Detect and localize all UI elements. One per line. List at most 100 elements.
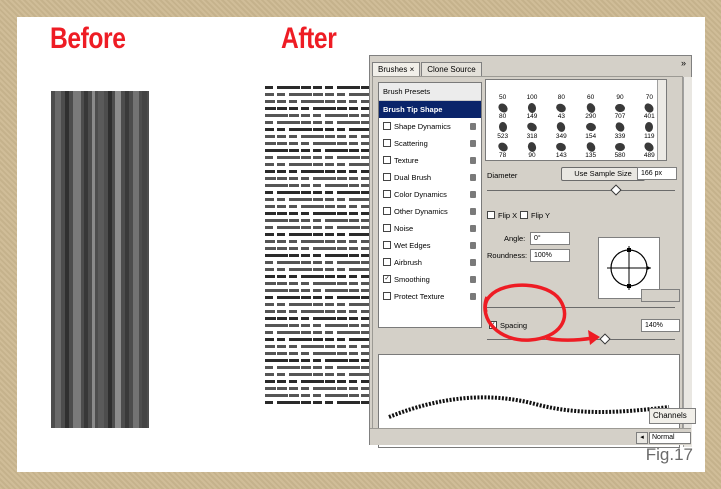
brush-preset-thumb[interactable]: 523 — [488, 120, 517, 140]
angle-field[interactable]: 0° — [530, 232, 570, 245]
hardness-slider[interactable] — [487, 307, 675, 308]
flip-x-box[interactable] — [487, 211, 495, 220]
presets-scrollbar[interactable] — [657, 80, 666, 160]
list-item-shape-dynamics[interactable]: Shape Dynamics — [379, 118, 481, 135]
hardness-field[interactable] — [641, 289, 680, 302]
lock-icon[interactable] — [470, 140, 476, 147]
option-checkbox[interactable] — [383, 241, 391, 250]
option-checkbox[interactable] — [383, 224, 391, 233]
tab-brushes[interactable]: Brushes × — [372, 62, 421, 76]
brush-preset-thumb[interactable]: 154 — [576, 120, 605, 140]
brush-preset-thumb[interactable]: 80 — [547, 81, 576, 101]
spacing-check-box[interactable]: ✓ — [489, 321, 497, 330]
list-item-dual-brush[interactable]: Dual Brush — [379, 169, 481, 186]
list-item-protect-texture[interactable]: Protect Texture — [379, 288, 481, 305]
brush-preset-thumb[interactable]: 90 — [517, 140, 546, 159]
diameter-slider-thumb[interactable] — [610, 184, 622, 196]
brush-preset-thumb[interactable]: 149 — [517, 101, 546, 120]
option-checkbox[interactable] — [383, 207, 391, 216]
brush-preset-thumb[interactable]: 50 — [488, 81, 517, 101]
preset-size-label: 523 — [497, 132, 509, 140]
spacing-field[interactable]: 140% — [641, 319, 680, 332]
lock-icon[interactable] — [470, 225, 476, 232]
spacing-label: Spacing — [500, 321, 528, 330]
lock-icon[interactable] — [470, 123, 476, 130]
brush-preset-thumb[interactable]: 580 — [605, 140, 634, 159]
brush-dab — [361, 212, 369, 215]
roundness-field[interactable]: 100% — [530, 249, 570, 262]
brush-preset-thumb[interactable]: 290 — [576, 101, 605, 120]
brush-dab — [277, 191, 289, 194]
lock-icon[interactable] — [470, 208, 476, 215]
scroll-arrow-icon[interactable]: ◂ — [636, 432, 648, 444]
option-checkbox[interactable] — [383, 292, 391, 301]
brush-dab — [277, 135, 286, 138]
tab-channels[interactable]: Channels — [649, 408, 696, 424]
flip-y-checkbox[interactable]: Flip Y — [520, 211, 550, 220]
brush-preset-thumb[interactable]: 100 — [517, 81, 546, 101]
option-checkbox[interactable] — [383, 122, 391, 131]
lock-icon[interactable] — [470, 157, 476, 164]
diameter-field[interactable]: 166 px — [637, 167, 677, 180]
list-item-color-dynamics[interactable]: Color Dynamics — [379, 186, 481, 203]
brush-preset-thumb[interactable]: 143 — [547, 140, 576, 159]
option-checkbox[interactable] — [383, 156, 391, 165]
brush-preset-thumb[interactable]: 80 — [488, 101, 517, 120]
lock-icon[interactable] — [470, 276, 476, 283]
list-item-other-dynamics[interactable]: Other Dynamics — [379, 203, 481, 220]
brush-preset-thumb[interactable]: 78 — [488, 140, 517, 159]
lock-icon[interactable] — [470, 191, 476, 198]
brush-dab — [277, 121, 289, 124]
lock-icon[interactable] — [470, 174, 476, 181]
brush-dab — [313, 177, 325, 180]
diameter-slider[interactable] — [487, 190, 675, 191]
brush-preset-thumb[interactable]: 339 — [605, 120, 634, 140]
lock-icon[interactable] — [470, 242, 476, 249]
lock-icon[interactable] — [470, 293, 476, 300]
lock-icon[interactable] — [470, 259, 476, 266]
option-label: Scattering — [394, 139, 428, 148]
flip-y-box[interactable] — [520, 211, 528, 220]
brush-dab — [337, 317, 347, 320]
brush-dab — [349, 303, 361, 306]
panel-collapse-icon[interactable]: » — [681, 58, 686, 68]
spacing-checkbox[interactable]: ✓ Spacing — [489, 321, 527, 330]
flip-x-checkbox[interactable]: Flip X — [487, 211, 517, 220]
list-item-wet-edges[interactable]: Wet Edges — [379, 237, 481, 254]
brush-dab — [349, 296, 360, 299]
brush-dab — [313, 261, 322, 264]
brush-preset-thumb[interactable]: 707 — [605, 101, 634, 120]
list-item-noise[interactable]: Noise — [379, 220, 481, 237]
list-item-brush-presets[interactable]: Brush Presets — [379, 83, 481, 101]
brush-preset-thumb[interactable]: 349 — [547, 120, 576, 140]
brush-dab — [349, 212, 358, 215]
list-item-texture[interactable]: Texture — [379, 152, 481, 169]
brush-preset-thumb[interactable]: 135 — [576, 140, 605, 159]
use-sample-size-button[interactable]: Use Sample Size — [561, 167, 645, 181]
list-item-scattering[interactable]: Scattering — [379, 135, 481, 152]
list-item-brush-tip-shape[interactable]: Brush Tip Shape — [379, 101, 481, 118]
brush-dab — [301, 156, 311, 159]
option-checkbox[interactable]: ✓ — [383, 275, 391, 284]
option-checkbox[interactable] — [383, 139, 391, 148]
option-checkbox[interactable] — [383, 173, 391, 182]
tab-clone-source[interactable]: Clone Source — [421, 62, 482, 76]
spacing-slider[interactable] — [487, 339, 675, 340]
brush-dab — [337, 114, 348, 117]
panel-scrollbar[interactable] — [683, 77, 692, 447]
brush-preset-thumb[interactable]: 90 — [605, 81, 634, 101]
option-checkbox[interactable] — [383, 190, 391, 199]
brush-dab — [289, 212, 298, 215]
option-checkbox[interactable] — [383, 258, 391, 267]
brush-preset-thumb[interactable]: 43 — [547, 101, 576, 120]
spacing-slider-thumb[interactable] — [599, 333, 611, 345]
brush-preset-thumb[interactable]: 318 — [517, 120, 546, 140]
list-item-airbrush[interactable]: Airbrush — [379, 254, 481, 271]
brush-dab — [277, 359, 288, 362]
list-item-smoothing[interactable]: ✓ Smoothing — [379, 271, 481, 288]
blend-mode-select[interactable]: Normal — [649, 432, 691, 444]
brush-dab — [289, 401, 300, 404]
brush-dab — [301, 254, 310, 257]
brush-preset-thumb[interactable]: 60 — [576, 81, 605, 101]
brush-dab — [313, 156, 322, 159]
